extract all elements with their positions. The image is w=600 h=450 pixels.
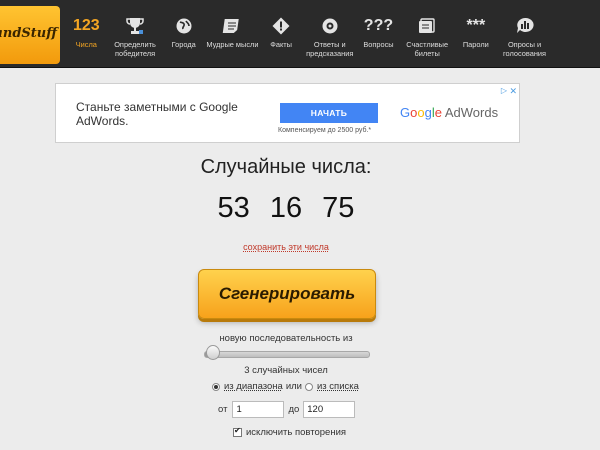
nav-item-facts[interactable]: Факты [257, 0, 306, 68]
or-word: или [285, 381, 302, 392]
nav-item-questions[interactable]: ??? Вопросы [354, 0, 403, 68]
exclude-repeats-row: исключить повторения [233, 426, 346, 438]
site-logo[interactable]: andStuff [0, 6, 60, 64]
nav-item-label: Опросы и голосования [503, 40, 547, 58]
globe-icon [159, 15, 208, 37]
questions-icon: ??? [363, 17, 394, 34]
exclamation-icon [257, 15, 306, 37]
nav-item-answers[interactable]: Ответы и предсказания [305, 0, 354, 68]
exclude-repeats-checkbox[interactable] [233, 426, 242, 437]
nav-item-polls[interactable]: Опросы и голосования [500, 0, 549, 68]
to-input[interactable] [303, 401, 356, 418]
ad-close-icon[interactable]: ✕ [509, 86, 517, 97]
from-label: от [218, 404, 228, 415]
random-numbers-output: 53 16 75 [217, 192, 355, 224]
ad-choices-icon[interactable]: ▷ [501, 86, 507, 95]
page-title: Случайные числа: [200, 156, 372, 178]
nav-item-cities[interactable]: Города [159, 0, 208, 68]
nav-item-numbers[interactable]: 123 Числа [62, 0, 111, 68]
logo-text: andStuff [0, 26, 57, 41]
nav-item-label: Мудрые мысли [206, 40, 259, 49]
trophy-icon [111, 15, 160, 37]
nav-item-label: Счастливые билеты [406, 40, 449, 58]
ad-text: Станьте заметными с Google AdWords. [76, 100, 238, 128]
poll-icon [500, 15, 549, 37]
nav-item-label: Факты [270, 40, 292, 49]
to-label: до [288, 404, 300, 415]
nav-item-label: Числа [75, 40, 97, 49]
count-slider-track[interactable] [204, 351, 370, 358]
nav-item-label: Ответы и предсказания [306, 40, 354, 58]
list-radio[interactable] [305, 382, 313, 391]
save-numbers-link[interactable]: сохранить эти числа [0, 242, 572, 252]
ticket-icon [403, 15, 452, 37]
top-navigation-bar: andStuff 123 Числа Определить победителя… [0, 0, 600, 68]
sequence-label: новую последовательность из [219, 333, 353, 344]
nav-item-passwords[interactable]: *** Пароли [452, 0, 501, 68]
nav-item-tickets[interactable]: Счастливые билеты [403, 0, 452, 68]
range-radio[interactable] [212, 382, 220, 391]
exclude-repeats-label[interactable]: исключить повторения [246, 427, 346, 438]
ad-brand-logo: Google AdWords [400, 105, 499, 120]
nav-item-label: Пароли [462, 40, 489, 49]
answer-ball-icon [305, 15, 354, 37]
nav-item-winner[interactable]: Определить победителя [111, 0, 160, 68]
generate-button[interactable]: Сгенерировать [198, 269, 376, 319]
nav-item-wisdom[interactable]: Мудрые мысли [206, 0, 259, 68]
from-input[interactable] [232, 401, 285, 418]
ad-banner[interactable]: ▷ ✕ Станьте заметными с Google AdWords. … [55, 83, 520, 143]
main-nav: 123 Числа Определить победителя Города М… [62, 0, 549, 68]
scroll-icon [208, 15, 257, 37]
nav-item-label: Вопросы [363, 40, 394, 49]
range-inputs-row: от до [218, 401, 356, 418]
source-option-row: из диапазона или из списка [212, 381, 359, 392]
numbers-icon: 123 [72, 17, 100, 34]
nav-item-label: Определить победителя [114, 40, 156, 58]
nav-item-label: Города [171, 40, 196, 49]
ad-subtext: Компенсируем до 2500 руб.* [278, 127, 372, 134]
asterisks-icon: *** [466, 17, 486, 34]
list-option-label[interactable]: из списка [317, 381, 359, 392]
count-label: 3 случайных чисел [244, 365, 328, 376]
range-option-label[interactable]: из диапазона [224, 381, 283, 392]
ad-start-button[interactable]: НАЧАТЬ [280, 103, 378, 123]
